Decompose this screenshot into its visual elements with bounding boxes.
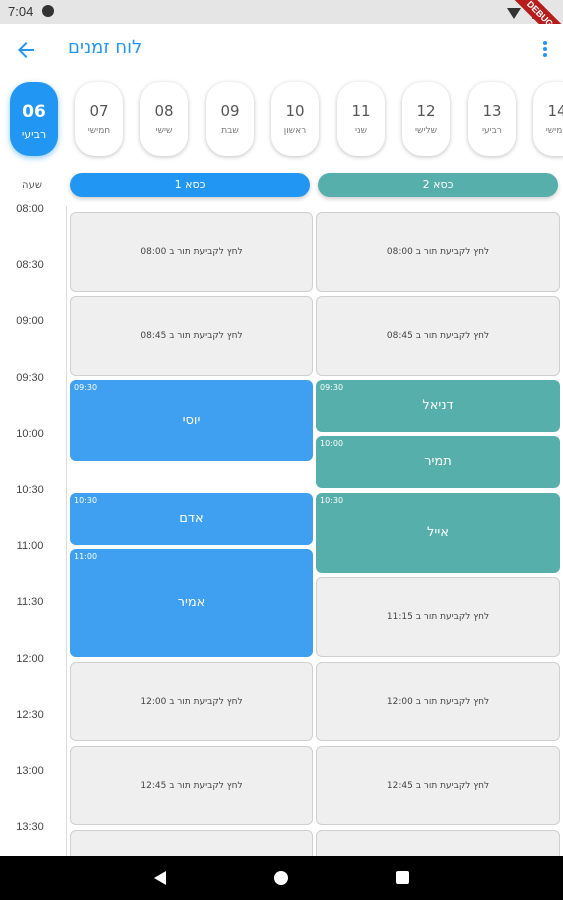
- appointment-name: דניאל: [422, 398, 454, 413]
- date-weekday: שישי: [155, 126, 173, 136]
- time-label: 12:30: [16, 708, 44, 721]
- empty-slot[interactable]: לחץ לקביעת תור ב 12:45: [70, 746, 313, 825]
- date-weekday: חמישי: [545, 126, 563, 136]
- date-weekday: ראשון: [283, 126, 307, 136]
- empty-slot[interactable]: לחץ לקביעת תור ב 12:45: [316, 746, 560, 825]
- time-label: 11:00: [16, 540, 44, 553]
- back-button[interactable]: [14, 38, 38, 62]
- date-number: 12: [416, 102, 436, 120]
- appointment-name: תמיר: [424, 454, 452, 469]
- status-time: 7:04: [8, 4, 34, 19]
- time-divider: [66, 206, 67, 856]
- book-slot-label: לחץ לקביעת תור ב 11:15: [386, 612, 490, 622]
- appointment-time: 09:30: [74, 383, 98, 392]
- date-weekday: רביעי: [482, 126, 502, 136]
- time-label: 09:00: [16, 315, 44, 328]
- date-item[interactable]: 13 רביעי: [468, 82, 516, 156]
- appointment-name: אייל: [427, 525, 449, 540]
- app-bar: לוח זמנים: [0, 24, 563, 76]
- status-bar: 7:04: [0, 0, 563, 24]
- empty-slot[interactable]: לחץ לקביעת תור ב 08:45: [316, 296, 560, 376]
- system-nav-bar: [0, 856, 563, 900]
- chair-1-header[interactable]: כסא 1: [70, 173, 310, 197]
- time-label: 11:30: [16, 596, 44, 609]
- date-number: 08: [154, 102, 174, 120]
- hour-column-header: שעה: [22, 180, 42, 191]
- chair-2-header[interactable]: כסא 2: [318, 173, 558, 197]
- date-item[interactable]: 07 חמישי: [75, 82, 123, 156]
- nav-recent-icon[interactable]: [396, 871, 409, 884]
- date-weekday: שני: [355, 126, 367, 136]
- wifi-icon: [506, 8, 521, 19]
- date-item[interactable]: 09 שבת: [206, 82, 254, 156]
- time-label: 08:30: [16, 259, 44, 272]
- appointment-time: 10:00: [320, 439, 344, 448]
- time-label: 12:00: [16, 652, 44, 665]
- book-slot-label: לחץ לקביעת תור ב 12:45: [386, 780, 490, 791]
- notification-icon: [42, 5, 54, 17]
- menu-button[interactable]: [541, 39, 549, 59]
- date-item[interactable]: 10 ראשון: [271, 82, 319, 156]
- date-item[interactable]: 08 שישי: [140, 82, 188, 156]
- appointment-time: 09:30: [320, 383, 344, 392]
- appointment-name: אמיר: [177, 595, 206, 610]
- nav-back-icon[interactable]: [154, 871, 166, 885]
- date-item[interactable]: 11 שני: [337, 82, 385, 156]
- book-slot-label: לחץ לקביעת תור ב 08:00: [140, 247, 243, 257]
- book-slot-label: לחץ לקביעת תור ב 08:00: [386, 247, 490, 257]
- page-title: לוח זמנים: [68, 37, 143, 58]
- appointment-time: 10:30: [320, 496, 344, 505]
- appointment-name: אדם: [179, 511, 204, 526]
- time-label: 10:00: [16, 427, 44, 440]
- booked-appointment[interactable]: 10:30 אדם: [70, 493, 313, 545]
- booked-appointment[interactable]: 11:00 אמיר: [70, 549, 313, 657]
- date-number: 07: [89, 102, 109, 120]
- date-number: 10: [285, 102, 305, 120]
- book-slot-label: לחץ לקביעת תור ב 12:00: [140, 696, 243, 707]
- booked-appointment[interactable]: 10:30 אייל: [316, 493, 560, 573]
- booked-appointment[interactable]: 09:30 דניאל: [316, 380, 560, 432]
- nav-home-icon[interactable]: [274, 871, 288, 885]
- time-label: 13:00: [16, 765, 44, 777]
- date-number: 11: [351, 102, 371, 120]
- appointment-time: 10:30: [74, 496, 98, 505]
- book-slot-label: לחץ לקביעת תור ב 08:45: [386, 331, 490, 341]
- empty-slot[interactable]: לחץ לקביעת תור ב 12:00: [70, 662, 313, 741]
- date-weekday: חמישי: [87, 126, 111, 136]
- appointment-time: 11:00: [74, 552, 98, 561]
- date-selector: 06 רביעי 07 חמישי 08 שישי 09 שבת 10 ראשון 11 שני 12 ש…: [0, 76, 563, 168]
- more-vert-icon: [543, 41, 547, 45]
- appointment-name: יוסי: [182, 412, 201, 428]
- date-item[interactable]: 14 חמישי: [533, 82, 563, 156]
- date-weekday: שלישי: [415, 126, 437, 136]
- date-weekday: שבת: [221, 126, 239, 136]
- date-item[interactable]: 06 רביעי: [10, 82, 58, 156]
- time-label: 10:30: [16, 484, 44, 496]
- date-item[interactable]: 12 שלישי: [402, 82, 450, 156]
- date-weekday: רביעי: [21, 128, 47, 141]
- time-label: 08:00: [16, 203, 44, 215]
- date-number: 09: [220, 102, 240, 120]
- book-slot-label: לחץ לקביעת תור ב 12:00: [386, 696, 490, 707]
- book-slot-label: לחץ לקביעת תור ב 12:45: [140, 780, 243, 791]
- empty-slot[interactable]: לחץ לקביעת תור ב 11:15: [316, 577, 560, 657]
- empty-slot[interactable]: לחץ לקביעת תור ב 08:45: [70, 296, 313, 376]
- book-slot-label: לחץ לקביעת תור ב 08:45: [140, 331, 243, 341]
- booked-appointment[interactable]: 09:30 יוסי: [70, 380, 313, 461]
- empty-slot[interactable]: לחץ לקביעת תור ב 12:00: [316, 662, 560, 741]
- booked-appointment[interactable]: 10:00 תמיר: [316, 436, 560, 488]
- time-label: 13:30: [16, 821, 44, 834]
- empty-slot[interactable]: לחץ לקביעת תור ב 08:00: [316, 212, 560, 292]
- date-number: 06: [22, 102, 46, 122]
- time-label: 09:30: [16, 371, 44, 384]
- date-number: 14: [547, 102, 563, 120]
- date-number: 13: [482, 102, 502, 120]
- arrow-left-icon: [18, 42, 34, 58]
- empty-slot[interactable]: לחץ לקביעת תור ב 08:00: [70, 212, 313, 292]
